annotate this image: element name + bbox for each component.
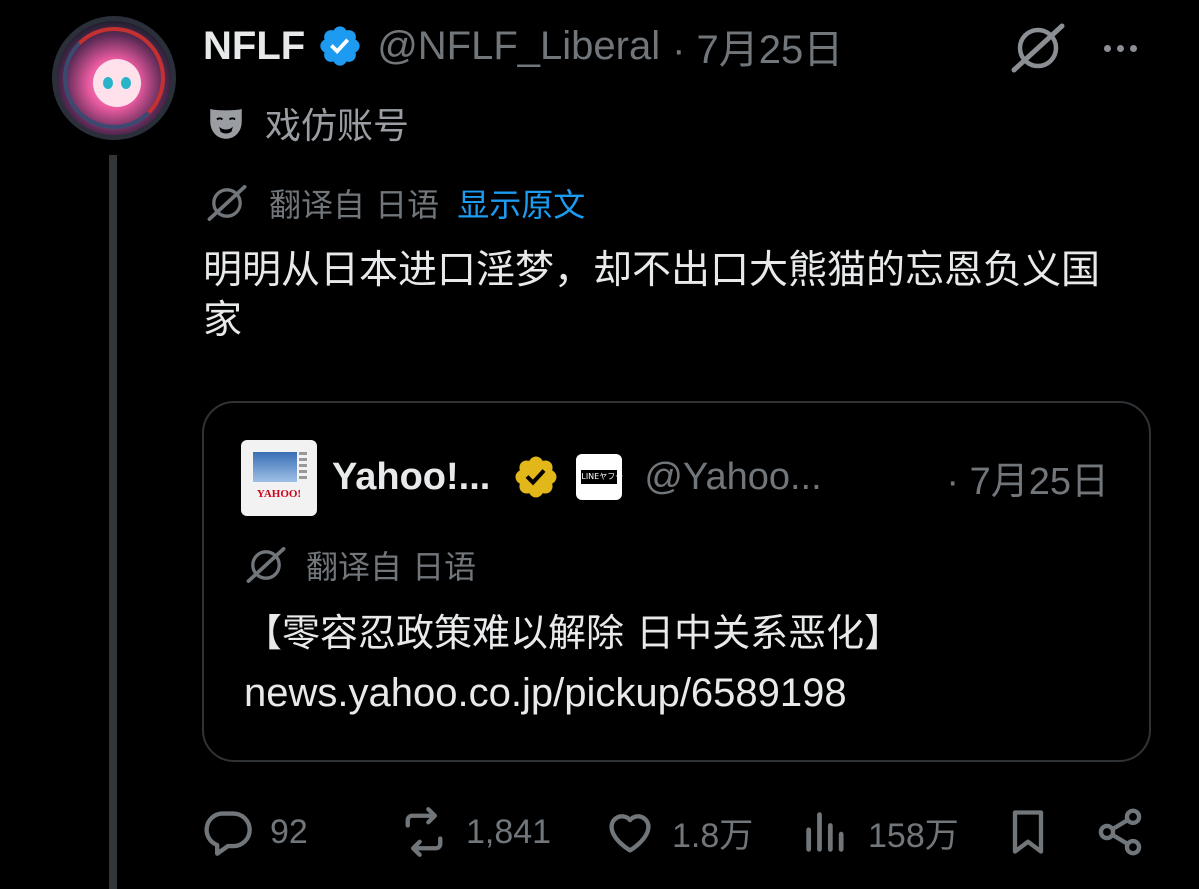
mask-icon (210, 109, 242, 139)
reply-button[interactable]: 92 (202, 800, 308, 864)
avatar-photo (253, 452, 297, 482)
translated-from: 翻译自 日语 (269, 186, 440, 224)
dot (1129, 44, 1137, 52)
repost-icon (405, 807, 443, 857)
quote-headline: 【零容忍政策难以解除 日中关系恶化】 (244, 611, 903, 655)
verified-badge-icon[interactable] (317, 23, 363, 69)
quote-date[interactable]: · 7月25日 (946, 451, 1109, 503)
like-button[interactable]: 1.8万 (604, 800, 753, 864)
dot (1116, 44, 1124, 52)
quote-header: Yahoo!... LINEヤフー @Yahoo... (332, 451, 822, 503)
share-button[interactable] (1094, 800, 1162, 864)
parody-text: 戏仿账号 (265, 106, 410, 147)
view-count: 158万 (868, 816, 959, 855)
grok-icon[interactable] (1008, 20, 1068, 76)
repost-button[interactable]: 1,841 (398, 800, 551, 864)
quoted-tweet[interactable]: YAHOO! Yahoo!... LINEヤフー @Yahoo... · 7月2… (202, 401, 1151, 762)
quote-avatar[interactable]: YAHOO! (241, 440, 317, 516)
analytics-icon (806, 812, 844, 852)
yahoo-logo: YAHOO! (256, 488, 302, 500)
show-original-link[interactable]: 显示原文 (457, 180, 585, 226)
repost-count: 1,841 (466, 812, 552, 851)
quote-translated-from: 翻译自 日语 (306, 548, 477, 586)
heart-icon (609, 814, 651, 853)
quote-handle[interactable]: @Yahoo... (644, 456, 821, 499)
org-verified-badge-icon[interactable] (512, 453, 560, 501)
action-bar: 92 1,841 1.8万 158万 (202, 800, 1152, 864)
parody-label: 戏仿账号 (205, 98, 409, 148)
quote-text: 【零容忍政策难以解除 日中关系恶化】 news.yahoo.co.jp/pick… (244, 603, 1124, 723)
display-name[interactable]: NFLF (203, 24, 305, 69)
share-icon (1098, 808, 1142, 856)
bookmark-icon (1012, 810, 1044, 854)
affiliate-badge-icon[interactable]: LINEヤフー (576, 454, 623, 500)
dot (1103, 44, 1111, 52)
more-options-icon[interactable] (1096, 28, 1144, 68)
tweet-date[interactable]: · 7月25日 (672, 17, 843, 75)
quote-translation-info: 翻译自 日语 (244, 543, 476, 587)
avatar-eye-right (121, 77, 131, 89)
avatar-eye-left (103, 77, 113, 89)
avatar[interactable] (52, 16, 176, 140)
tweet-text: 明明从日本进口淫梦，却不出口大熊猫的忘恩负义国家 (203, 248, 1101, 343)
translation-info: 翻译自 日语 显示原文 (205, 180, 585, 226)
bookmark-button[interactable] (1002, 800, 1070, 864)
views-button[interactable]: 158万 (800, 800, 959, 864)
avatar-news-lines (299, 452, 307, 482)
grok-translate-icon (246, 547, 286, 583)
thread-line (109, 155, 117, 889)
quote-link[interactable]: news.yahoo.co.jp/pickup/6589198 (244, 663, 1124, 723)
grok-translate-icon (207, 185, 247, 221)
tweet-header: NFLF @NFLF_Liberal · 7月25日 (203, 18, 843, 74)
like-count: 1.8万 (672, 816, 754, 855)
affiliate-badge-text: LINEヤフー (581, 470, 623, 484)
handle[interactable]: @NFLF_Liberal (377, 24, 660, 69)
reply-icon (204, 811, 252, 856)
quote-display-name[interactable]: Yahoo!... (332, 456, 490, 499)
avatar-face (93, 59, 141, 107)
reply-count: 92 (270, 812, 308, 851)
